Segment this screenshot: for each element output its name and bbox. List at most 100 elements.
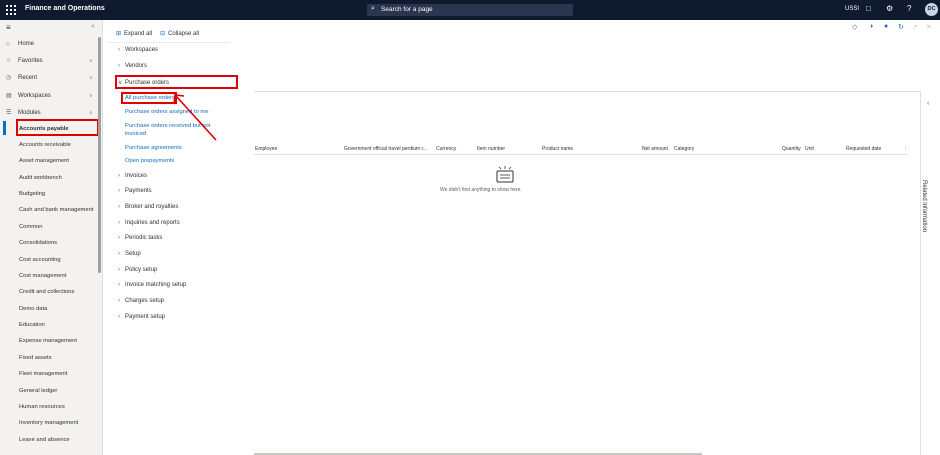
expand-icon: ⊞ bbox=[116, 31, 122, 37]
collapse-all-button[interactable]: ⊟ Collapse all bbox=[160, 30, 199, 37]
menu-group-payments[interactable]: › Payments bbox=[118, 188, 152, 194]
menu-group-broker-and-royalties[interactable]: › Broker and royalties bbox=[118, 204, 178, 210]
nav-item-home[interactable]: ⌂ Home bbox=[6, 41, 34, 47]
open-new-window-icon[interactable]: ↗ bbox=[912, 23, 918, 31]
chevron-right-icon: › bbox=[118, 220, 120, 226]
column-header-currency[interactable]: Currency bbox=[436, 146, 456, 152]
module-item[interactable]: Leave and absence bbox=[19, 437, 70, 443]
menu-group-workspaces[interactable]: › Workspaces bbox=[118, 47, 158, 53]
module-item[interactable]: Asset management bbox=[19, 158, 69, 164]
divider bbox=[108, 42, 230, 43]
chevron-right-icon: › bbox=[118, 47, 120, 53]
chevron-right-icon: › bbox=[118, 235, 120, 241]
clock-icon: ◷ bbox=[6, 75, 12, 81]
selected-indicator bbox=[3, 121, 6, 135]
action-pane-divider bbox=[254, 91, 920, 92]
module-item[interactable]: Cost management bbox=[19, 273, 66, 279]
module-item[interactable]: General ledger bbox=[19, 388, 57, 394]
link-purchase-agreements[interactable]: Purchase agreements bbox=[125, 144, 182, 152]
diamond-icon[interactable]: ◇ bbox=[852, 23, 857, 31]
module-item[interactable]: Cash and bank management bbox=[19, 207, 93, 213]
chevron-down-icon[interactable]: ∨ bbox=[89, 58, 93, 64]
menu-group-payment-setup[interactable]: › Payment setup bbox=[118, 314, 165, 320]
module-item[interactable]: Demo data bbox=[19, 306, 47, 312]
column-header-employee[interactable]: Employee bbox=[255, 146, 277, 152]
module-item[interactable]: Accounts receivable bbox=[19, 142, 71, 148]
workspaces-icon: ▤ bbox=[6, 93, 12, 99]
column-header-category[interactable]: Category bbox=[674, 146, 694, 152]
column-header-unit[interactable]: Unit bbox=[805, 146, 814, 152]
avatar[interactable]: DC bbox=[925, 3, 938, 16]
search-icon: ⌕ bbox=[371, 5, 375, 12]
list-icon: ☰ bbox=[6, 110, 12, 116]
chevron-right-icon: › bbox=[118, 314, 120, 320]
module-item[interactable]: Consolidations bbox=[19, 240, 57, 246]
module-item[interactable]: Common bbox=[19, 224, 43, 230]
menu-group-periodic-tasks[interactable]: › Periodic tasks bbox=[118, 235, 162, 241]
module-item[interactable]: Inventory management bbox=[19, 420, 78, 426]
highlight-box-purchase-orders bbox=[115, 75, 238, 89]
collapse-icon: ⊟ bbox=[160, 31, 166, 37]
refresh-icon[interactable]: ↻ bbox=[898, 23, 904, 31]
module-item[interactable]: Cost accounting bbox=[19, 257, 61, 263]
chevron-right-icon: › bbox=[118, 282, 120, 288]
app-name[interactable]: Finance and Operations bbox=[25, 5, 105, 12]
menu-group-invoice-matching-setup[interactable]: › Invoice matching setup bbox=[118, 282, 186, 288]
chevron-right-icon: › bbox=[118, 173, 120, 179]
nav-item-workspaces[interactable]: ▤ Workspaces bbox=[6, 92, 51, 99]
home-icon: ⌂ bbox=[6, 41, 10, 47]
module-item[interactable]: Credit and collections bbox=[19, 289, 74, 295]
module-item[interactable]: Fixed assets bbox=[19, 355, 52, 361]
hamburger-menu-icon[interactable]: ≡ bbox=[6, 23, 11, 32]
empty-state-message: We didn't find anything to show here. bbox=[440, 187, 522, 193]
column-header-item-number[interactable]: Item number bbox=[477, 146, 505, 152]
module-item[interactable]: Human resources bbox=[19, 404, 65, 410]
column-header-quantity[interactable]: Quantity bbox=[782, 146, 801, 152]
link-open-prepayments[interactable]: Open prepayments bbox=[125, 157, 174, 165]
menu-group-vendors[interactable]: › Vendors bbox=[118, 63, 147, 69]
more-options-icon[interactable]: ⋮ bbox=[903, 146, 908, 152]
expand-all-button[interactable]: ⊞ Expand all bbox=[116, 30, 152, 37]
bell-icon[interactable]: □ bbox=[866, 4, 871, 13]
search-placeholder: Search for a page bbox=[381, 6, 433, 13]
nav-scrollbar[interactable] bbox=[98, 37, 101, 273]
chevron-down-icon[interactable]: ∨ bbox=[89, 93, 93, 99]
menu-group-setup[interactable]: › Setup bbox=[118, 251, 141, 257]
chevron-right-icon: › bbox=[118, 298, 120, 304]
nav-item-recent[interactable]: ◷ Recent bbox=[6, 74, 37, 81]
related-information-pane[interactable] bbox=[920, 91, 940, 455]
module-item[interactable]: Budgeting bbox=[19, 191, 45, 197]
chevron-right-icon: › bbox=[118, 204, 120, 210]
column-header-net-amount[interactable]: Net amount bbox=[642, 146, 668, 152]
related-information-label[interactable]: Related information bbox=[921, 180, 927, 232]
menu-group-policy-setup[interactable]: › Policy setup bbox=[118, 267, 157, 273]
gear-icon[interactable]: ⚙ bbox=[886, 4, 893, 13]
column-header-product-name[interactable]: Product name bbox=[542, 146, 573, 152]
office-icon[interactable]: ◑ bbox=[869, 23, 873, 30]
notification-count: 3 bbox=[887, 23, 890, 28]
star-icon: ☆ bbox=[6, 58, 12, 64]
menu-group-charges-setup[interactable]: › Charges setup bbox=[118, 298, 164, 304]
nav-item-modules[interactable]: ☰ Modules bbox=[6, 109, 41, 116]
chevron-left-icon[interactable]: ‹ bbox=[927, 100, 929, 107]
company-picker[interactable]: USSI bbox=[845, 6, 859, 12]
help-icon[interactable]: ? bbox=[907, 4, 911, 13]
module-item[interactable]: Education bbox=[19, 322, 45, 328]
module-item[interactable]: Fleet management bbox=[19, 371, 67, 377]
chevron-right-icon: › bbox=[118, 188, 120, 194]
empty-state-icon bbox=[496, 166, 514, 183]
chevron-right-icon: › bbox=[118, 267, 120, 273]
app-launcher-icon[interactable] bbox=[6, 5, 16, 15]
module-item[interactable]: Audit workbench bbox=[19, 175, 62, 181]
chevron-down-icon[interactable]: ∨ bbox=[89, 75, 93, 81]
chevron-up-icon[interactable]: ∧ bbox=[89, 110, 93, 116]
module-item[interactable]: Expense management bbox=[19, 338, 77, 344]
collapse-pane-icon[interactable]: « bbox=[91, 23, 95, 30]
column-header-travel-perdium[interactable]: Government official travel perdium r... bbox=[344, 146, 427, 152]
close-icon[interactable]: ✕ bbox=[926, 23, 932, 31]
menu-group-invoices[interactable]: › Invoices bbox=[118, 173, 147, 179]
search-input[interactable]: ⌕ Search for a page bbox=[367, 4, 573, 16]
nav-item-favorites[interactable]: ☆ Favorites bbox=[6, 57, 43, 64]
column-header-requested-date[interactable]: Requested date bbox=[846, 146, 881, 152]
menu-group-inquiries-and-reports[interactable]: › Inquiries and reports bbox=[118, 220, 180, 226]
